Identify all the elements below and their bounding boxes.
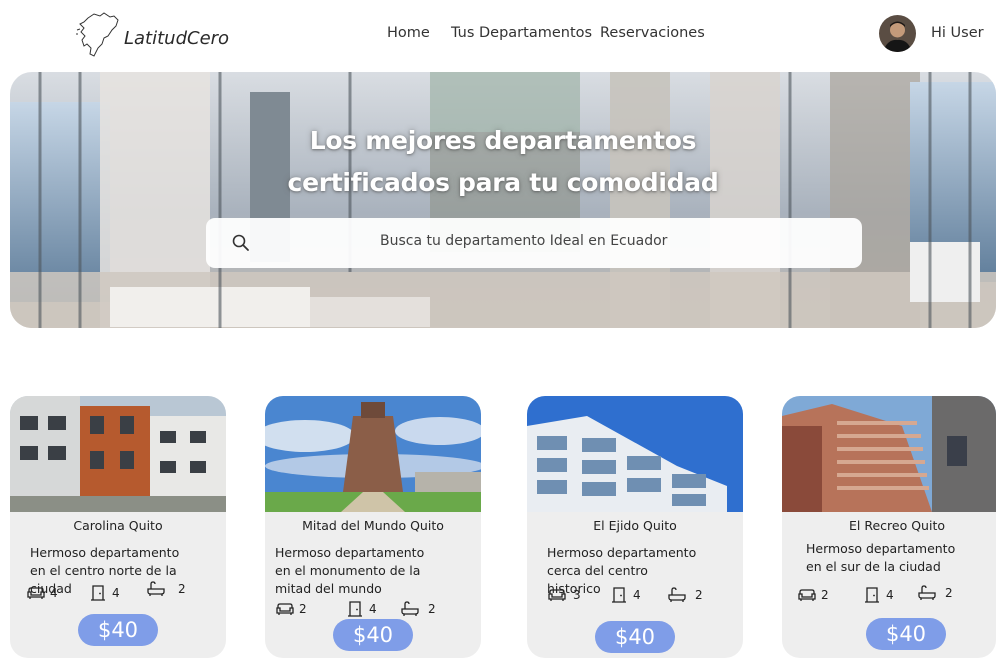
ecuador-map-icon — [76, 12, 119, 57]
listing-card-mitad-del-mundo-quito[interactable]: Mitad del Mundo Quito Hermoso departamen… — [265, 396, 481, 658]
bath-count: 2 — [917, 584, 953, 602]
sofa-icon — [276, 603, 294, 615]
price-badge[interactable]: $40 — [595, 621, 675, 653]
listing-title: Mitad del Mundo Quito — [302, 518, 444, 533]
listing-image — [527, 396, 743, 512]
listing-title: El Ejido Quito — [593, 518, 677, 533]
listing-image — [782, 396, 996, 512]
hero-title-line-1: Los mejores departamentos — [309, 126, 697, 155]
bath-count: 2 — [400, 600, 436, 618]
hero-title-line-2: certificados para tu comodidad — [287, 168, 719, 197]
door-icon — [91, 585, 105, 601]
price-badge[interactable]: $40 — [866, 618, 946, 650]
search-placeholder: Busca tu departamento Ideal en Ecuador — [380, 233, 668, 249]
sofa-count: 2 — [275, 600, 307, 618]
user-avatar[interactable] — [879, 15, 916, 52]
nav-home[interactable]: Home — [387, 25, 430, 41]
sofa-count: 2 — [797, 586, 829, 604]
hero-title: Los mejores departamentos certificados p… — [10, 120, 996, 204]
brand-name: LatitudCero — [124, 27, 230, 49]
bathtub-icon — [918, 585, 936, 600]
bath-count: 2 — [146, 580, 186, 598]
bathtub-icon — [668, 587, 686, 602]
price-badge[interactable]: $40 — [78, 614, 158, 646]
sofa-count: 4 — [26, 584, 58, 602]
nav-tus-departamentos[interactable]: Tus Departamentos — [451, 25, 592, 41]
listing-title: El Recreo Quito — [849, 518, 945, 533]
nav-reservaciones[interactable]: Reservaciones — [600, 25, 705, 41]
hero-banner: Los mejores departamentos certificados p… — [10, 72, 996, 328]
user-greeting[interactable]: Hi User — [931, 25, 984, 41]
door-count: 4 — [88, 584, 120, 602]
door-icon — [348, 601, 362, 617]
door-icon — [865, 587, 879, 603]
listing-image — [10, 396, 226, 512]
door-count: 4 — [862, 586, 894, 604]
door-count: 4 — [609, 586, 641, 604]
listing-card-carolina-quito[interactable]: Carolina Quito Hermoso departamento en e… — [10, 396, 226, 658]
door-icon — [612, 587, 626, 603]
bath-count: 2 — [667, 586, 703, 604]
listing-description: Hermoso departamento en el monumento de … — [275, 545, 425, 596]
sofa-icon — [798, 589, 816, 601]
listing-card-el-ejido-quito[interactable]: El Ejido Quito Hermoso departamento cerc… — [527, 396, 743, 658]
price-badge[interactable]: $40 — [333, 619, 413, 651]
listing-image — [265, 396, 481, 512]
sofa-icon — [27, 587, 45, 599]
search-input[interactable]: Busca tu departamento Ideal en Ecuador — [206, 218, 862, 268]
sofa-icon — [548, 589, 566, 601]
listing-card-el-recreo-quito[interactable]: El Recreo Quito Hermoso departamento en … — [782, 396, 996, 658]
search-icon[interactable] — [231, 233, 251, 253]
listing-description: Hermoso departamento en el sur de la ciu… — [806, 541, 956, 574]
door-count: 4 — [345, 600, 377, 618]
sofa-count: 3 — [547, 586, 581, 604]
bathtub-icon — [147, 581, 165, 596]
listing-title: Carolina Quito — [73, 518, 163, 533]
brand-logo[interactable]: LatitudCero — [74, 10, 229, 60]
bathtub-icon — [401, 601, 419, 616]
